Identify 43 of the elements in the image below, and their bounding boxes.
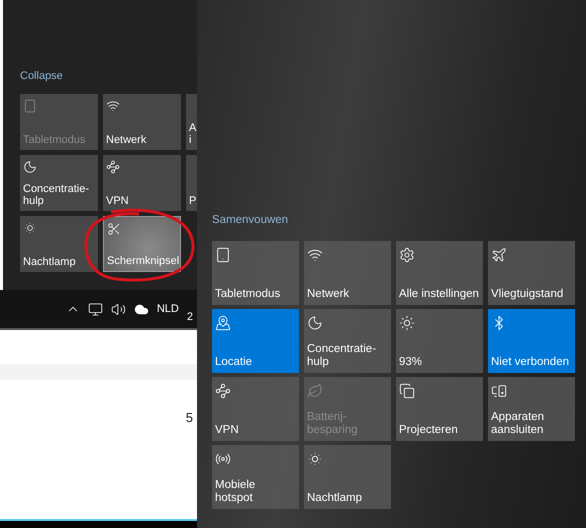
tablet-icon (215, 247, 231, 263)
nodes-icon (215, 383, 231, 399)
clock-text[interactable]: 2 (186, 308, 193, 325)
monitor-speaker-icon (491, 383, 507, 399)
nodes-icon (106, 160, 120, 174)
quick-action-tile[interactable]: Netwerk (304, 241, 391, 305)
quick-action-tile[interactable]: 93% (396, 309, 483, 373)
speaker-icon[interactable] (110, 302, 126, 316)
tablet-icon (23, 99, 37, 113)
sun-icon (399, 315, 415, 331)
table-cell-text: 5 (186, 409, 193, 427)
quick-action-tile[interactable]: Schermknipsel (103, 216, 181, 272)
moon-icon (23, 160, 37, 174)
quick-action-tile[interactable]: Netwerk (103, 94, 181, 150)
quick-action-tile[interactable]: Tabletmodus (212, 241, 299, 305)
quick-action-tile[interactable]: Nachtlamp (20, 216, 98, 272)
language-indicator[interactable]: NLD (156, 300, 179, 318)
quick-action-tile[interactable]: Niet verbonden (488, 309, 575, 373)
quick-action-tile[interactable]: VPN (212, 377, 299, 441)
quick-action-tile[interactable]: Vliegtuigstand (488, 241, 575, 305)
quick-action-tile[interactable]: Projecteren (396, 377, 483, 441)
quick-action-tile[interactable]: Locatie (212, 309, 299, 373)
cloud-icon[interactable] (134, 302, 149, 316)
broadcast-icon (215, 451, 231, 467)
leaf-icon (307, 383, 323, 399)
quick-action-tile[interactable]: Concentratie- hulp (304, 309, 391, 373)
moon-icon (307, 315, 323, 331)
quick-action-tile[interactable]: Concentratie- hulp (20, 155, 98, 211)
plane-icon (491, 247, 507, 263)
quick-action-tile[interactable]: A i (186, 94, 197, 150)
settings-icon (399, 247, 415, 263)
collapse-link[interactable]: Collapse (20, 70, 63, 82)
quick-action-tile[interactable]: Nachtlamp (304, 445, 391, 509)
quick-action-tile[interactable]: Alle instellingen (396, 241, 483, 305)
collapse-link[interactable]: Samenvouwen (212, 214, 288, 226)
monitor-icon[interactable] (88, 302, 103, 316)
quick-action-tile[interactable]: P (186, 155, 197, 211)
screens-icon (399, 383, 415, 399)
scissors-icon (107, 222, 121, 236)
map-pin-icon (215, 315, 231, 331)
quick-action-tile[interactable]: Mobiele hotspot (212, 445, 299, 509)
quick-action-tile[interactable]: Apparaten aansluiten (488, 377, 575, 441)
quick-action-tile[interactable]: VPN (103, 155, 181, 211)
